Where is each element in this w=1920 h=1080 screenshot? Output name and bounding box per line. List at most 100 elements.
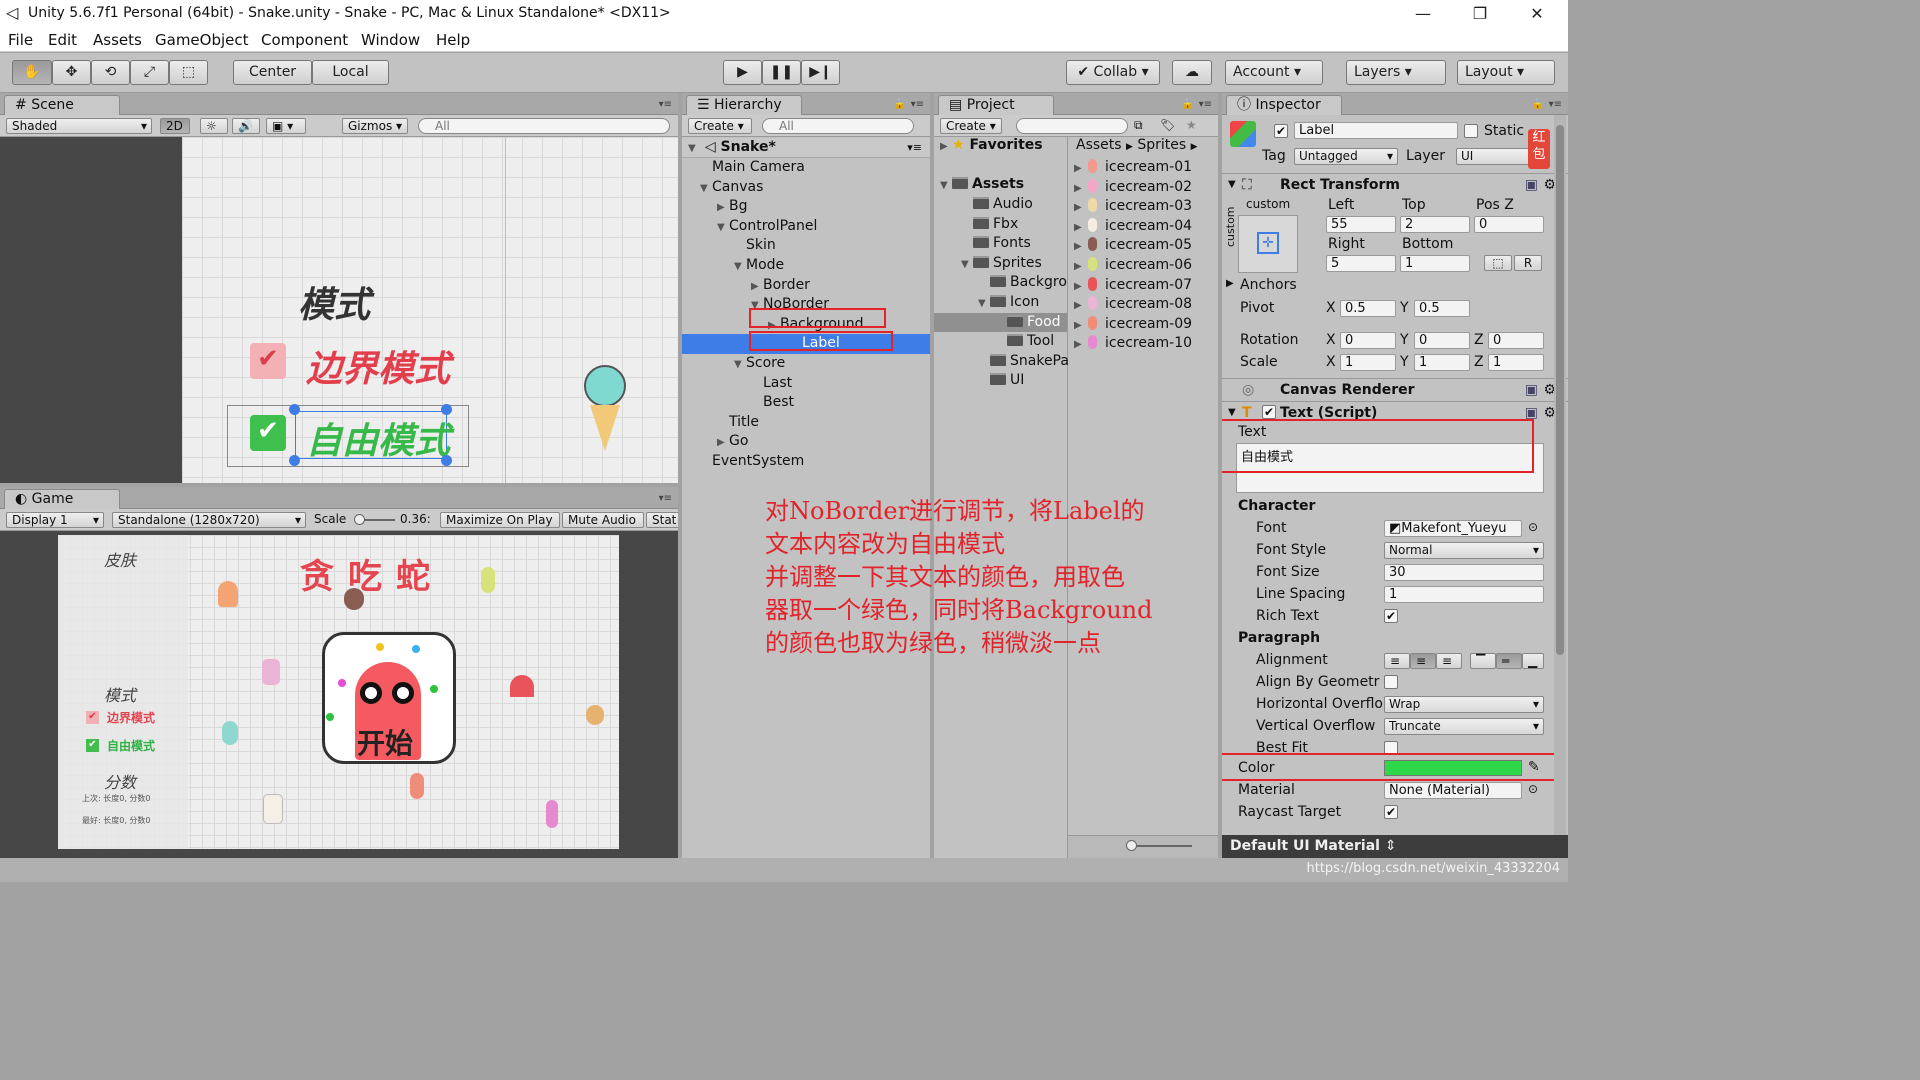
layers-dropdown[interactable]: Layers ▾	[1346, 60, 1446, 85]
tab-game[interactable]: ◐ Game	[4, 489, 120, 509]
project-create-dropdown[interactable]: Create ▾	[940, 118, 1002, 134]
hierarchy-item[interactable]: Skin	[682, 236, 930, 256]
bottom-input[interactable]: 1	[1400, 255, 1470, 272]
expand-arrow-icon[interactable]: ▶	[1074, 218, 1086, 238]
project-file-item[interactable]: ▶ icecream-01	[1074, 158, 1192, 178]
rect-transform-header[interactable]: ▼ ⛶ Rect Transform ▣ ⚙	[1222, 173, 1568, 195]
menu-edit[interactable]: Edit	[48, 31, 77, 49]
project-file-item[interactable]: ▶ icecream-10	[1074, 334, 1192, 354]
align-bottom-icon[interactable]: ▁	[1522, 653, 1544, 669]
static-checkbox[interactable]	[1464, 124, 1478, 138]
lighting-icon[interactable]: ☼	[200, 118, 228, 134]
hierarchy-item[interactable]: Last	[682, 374, 930, 394]
pivot-local-button[interactable]: Local	[312, 60, 389, 85]
menu-gameobject[interactable]: GameObject	[155, 31, 249, 49]
inspector-scrollbar[interactable]	[1554, 115, 1566, 835]
v-overflow-dropdown[interactable]: Truncate ▾	[1384, 718, 1544, 735]
layout-dropdown[interactable]: Layout ▾	[1457, 60, 1555, 85]
assets-root-row[interactable]: ▼ Assets	[940, 175, 1024, 195]
icon-size-slider-thumb[interactable]	[1126, 840, 1137, 851]
shading-dropdown[interactable]: Shaded ▾	[6, 118, 152, 134]
expand-arrow-icon[interactable]: ▶	[1074, 257, 1086, 277]
expand-arrow-icon[interactable]: ▼	[700, 179, 712, 199]
scale-x-input[interactable]: 1	[1340, 354, 1396, 371]
side-badge[interactable]: 红包	[1528, 129, 1550, 169]
resize-handle-br[interactable]	[441, 455, 452, 466]
project-folder[interactable]: ▼ Sprites	[934, 254, 1042, 274]
project-file-item[interactable]: ▶ icecream-05	[1074, 236, 1192, 256]
expand-arrow-icon[interactable]: ▶	[1074, 277, 1086, 297]
project-folder[interactable]: SnakePa	[934, 352, 1069, 372]
anchor-preset-button[interactable]: ✛	[1238, 215, 1298, 273]
right-input[interactable]: 5	[1326, 255, 1396, 272]
move-tool-icon[interactable]: ✥	[52, 60, 91, 85]
hand-tool-icon[interactable]: ✋	[12, 60, 52, 85]
pivot-center-button[interactable]: Center	[233, 60, 312, 85]
project-file-item[interactable]: ▶ icecream-07	[1074, 276, 1192, 296]
line-spacing-input[interactable]: 1	[1384, 586, 1544, 603]
stats-toggle[interactable]: Stat	[646, 512, 678, 528]
resolution-dropdown[interactable]: Standalone (1280x720) ▾	[112, 512, 306, 528]
pause-button[interactable]: ❚❚	[762, 60, 801, 85]
inspector-lock-icon[interactable]: 🔒	[1532, 99, 1544, 110]
project-folder[interactable]: Fonts	[934, 234, 1031, 254]
expand-arrow-icon[interactable]: ▼	[978, 294, 990, 314]
align-middle-icon[interactable]: ═	[1496, 653, 1522, 669]
default-material-bar[interactable]: Default UI Material ⇕	[1222, 835, 1568, 858]
cloud-icon[interactable]: ☁	[1172, 60, 1212, 85]
breadcrumb-assets[interactable]: Assets	[1076, 137, 1122, 153]
hierarchy-item[interactable]: ▶ Bg	[682, 197, 930, 217]
tag-dropdown[interactable]: Untagged ▾	[1294, 148, 1398, 165]
posz-input[interactable]: 0	[1474, 216, 1544, 233]
tab-project[interactable]: ▤ Project	[938, 95, 1054, 115]
display-dropdown[interactable]: Display 1 ▾	[6, 512, 104, 528]
align-top-icon[interactable]: ▔	[1470, 653, 1496, 669]
top-input[interactable]: 2	[1400, 216, 1470, 233]
project-folder[interactable]: Tool	[934, 332, 1054, 352]
project-search-input[interactable]	[1016, 118, 1128, 134]
hierarchy-item[interactable]: Best	[682, 393, 930, 413]
scale-slider-thumb[interactable]	[354, 514, 365, 525]
scene-border-checkbox[interactable]: ✔	[250, 343, 286, 379]
font-field[interactable]: ◩Makefont_Yueyu	[1384, 520, 1522, 537]
align-left-icon[interactable]: ≡	[1384, 653, 1410, 669]
expand-arrow-icon[interactable]: ▶	[1074, 198, 1086, 218]
minimize-icon[interactable]: —	[1408, 3, 1438, 25]
expand-arrow-icon[interactable]: ▶	[717, 198, 729, 218]
expand-arrow-icon[interactable]: ▼	[1228, 174, 1236, 196]
project-lock-icon[interactable]: 🔒	[1182, 99, 1194, 110]
hierarchy-item[interactable]: EventSystem	[682, 452, 930, 472]
expand-arrow-icon[interactable]: ▶	[717, 433, 729, 453]
hierarchy-item[interactable]: ▶ Go	[682, 432, 930, 452]
expand-arrow-icon[interactable]: ▼	[688, 139, 700, 159]
restore-icon[interactable]: ❐	[1465, 3, 1495, 25]
expand-arrow-icon[interactable]: ▶	[751, 277, 763, 297]
game-border-checkbox[interactable]: ✔	[86, 711, 99, 724]
rect-tool-icon[interactable]: ⬚	[169, 60, 208, 85]
help-icon[interactable]: ▣	[1525, 379, 1538, 401]
hierarchy-item[interactable]: ▼ ControlPanel	[682, 217, 930, 237]
expand-arrow-icon[interactable]: ▼	[734, 257, 746, 277]
hierarchy-item[interactable]: Title	[682, 413, 930, 433]
rotation-x-input[interactable]: 0	[1340, 332, 1396, 349]
scene-search-input[interactable]: All	[418, 118, 670, 134]
step-button[interactable]: ▶❙	[801, 60, 840, 85]
resize-handle-bl[interactable]	[289, 455, 300, 466]
expand-arrow-icon[interactable]: ▶	[1074, 159, 1086, 179]
raycast-checkbox[interactable]: ✔	[1384, 805, 1398, 819]
align-geometry-checkbox[interactable]	[1384, 675, 1398, 689]
expand-arrow-icon[interactable]: ▶	[1074, 335, 1086, 355]
resize-handle-tl[interactable]	[289, 404, 300, 415]
expand-arrow-icon[interactable]: ▶	[1226, 278, 1234, 289]
account-dropdown[interactable]: Account ▾	[1225, 60, 1323, 85]
tab-hierarchy[interactable]: ☰ Hierarchy	[686, 95, 802, 115]
filter-type-icon[interactable]: ⧉	[1134, 118, 1143, 133]
font-style-dropdown[interactable]: Normal ▾	[1384, 542, 1544, 559]
scale-tool-icon[interactable]: ⤢	[130, 60, 169, 85]
game-panel-menu-icon[interactable]: ▾≡	[659, 493, 672, 504]
font-picker-icon[interactable]: ⊙	[1528, 520, 1538, 534]
gizmos-dropdown[interactable]: Gizmos ▾	[342, 118, 408, 134]
collab-dropdown[interactable]: ✔ Collab ▾	[1066, 60, 1160, 85]
expand-arrow-icon[interactable]: ▶	[1074, 316, 1086, 336]
game-free-checkbox[interactable]: ✔	[86, 739, 99, 752]
